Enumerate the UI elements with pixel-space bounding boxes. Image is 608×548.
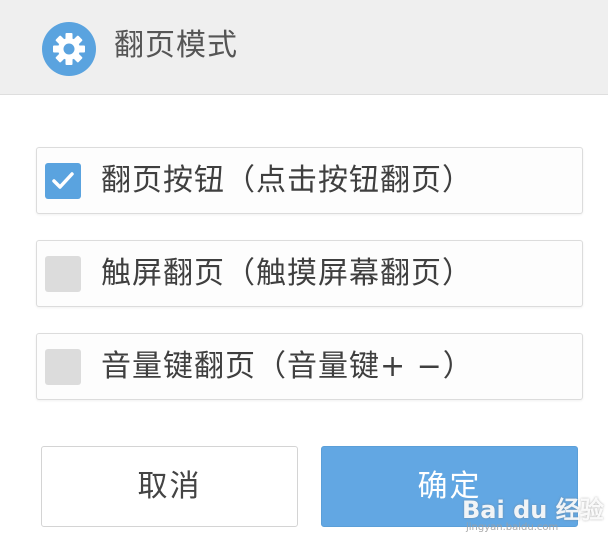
- checkbox-checked[interactable]: [45, 163, 81, 199]
- watermark-text: Bai du 经验: [462, 496, 604, 524]
- gear-icon: [42, 22, 96, 76]
- checkmark-icon: [52, 172, 74, 189]
- page-mode-dialog: 翻页模式 翻页按钮（点击按钮翻页） 触屏翻页（触摸屏幕翻页） 音量键翻页（音量键…: [0, 0, 608, 548]
- dialog-header: 翻页模式: [0, 0, 608, 95]
- watermark: Bai du 经验 jingyan.baidu.com: [462, 478, 604, 540]
- option-page-button[interactable]: 翻页按钮（点击按钮翻页）: [36, 147, 583, 214]
- dialog-title: 翻页模式: [114, 28, 238, 63]
- checkbox-unchecked[interactable]: [45, 256, 81, 292]
- option-label: 触屏翻页（触摸屏幕翻页）: [101, 256, 473, 291]
- option-volume-key[interactable]: 音量键翻页（音量键+ −）: [36, 333, 583, 400]
- option-label: 音量键翻页（音量键+ −）: [101, 349, 474, 384]
- cancel-button[interactable]: 取消: [41, 446, 298, 527]
- option-touch-screen[interactable]: 触屏翻页（触摸屏幕翻页）: [36, 240, 583, 307]
- watermark-subtext: jingyan.baidu.com: [466, 522, 559, 533]
- checkbox-unchecked[interactable]: [45, 349, 81, 385]
- option-label: 翻页按钮（点击按钮翻页）: [101, 163, 473, 198]
